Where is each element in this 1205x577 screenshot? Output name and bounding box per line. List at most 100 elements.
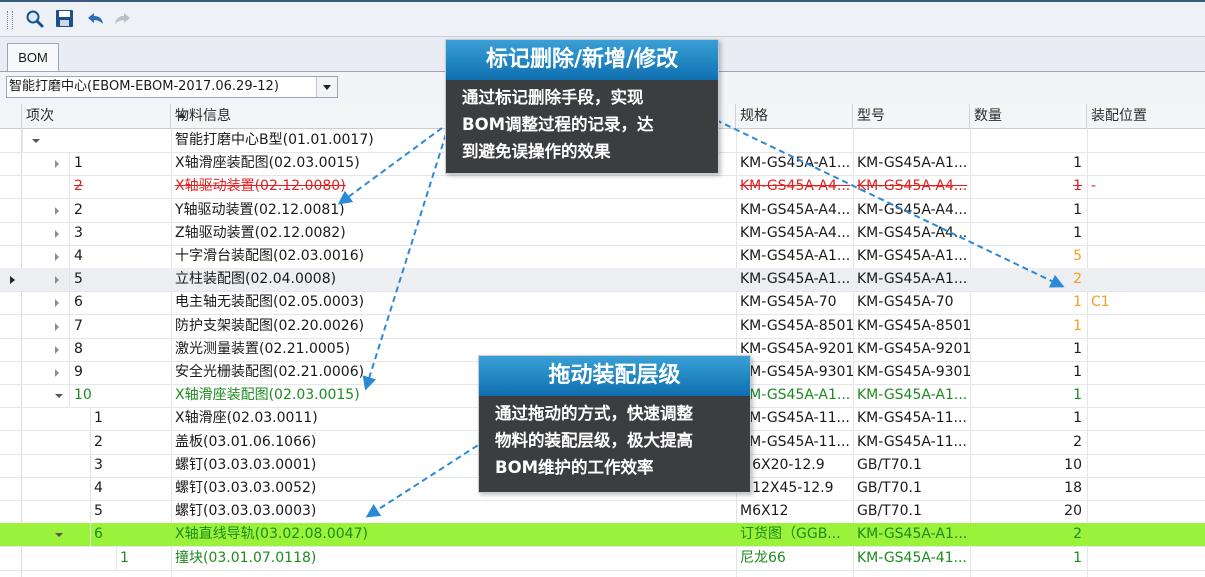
cell-qty: 1 — [1073, 224, 1082, 241]
tree-indent-line — [69, 268, 70, 292]
callout-drag-hierarchy-title: 拖动装配层级 — [479, 356, 750, 396]
cell-spec: KM-GS45A-8501 — [740, 317, 853, 334]
cell-qty: 1 — [1073, 294, 1082, 311]
cell-qty: 1 — [1073, 410, 1082, 427]
callout-line: 到避免误操作的效果 — [462, 142, 611, 161]
cell-item: 8 — [74, 340, 83, 357]
tree-indent-line — [116, 546, 117, 570]
column-header-model[interactable]: 型号 — [853, 104, 970, 128]
cell-qty: 1 — [1073, 155, 1082, 172]
cell-qty: 10 — [1064, 456, 1082, 473]
cell-item: 2 — [94, 433, 103, 450]
expand-collapsed-icon[interactable] — [55, 229, 59, 238]
table-row[interactable]: 2 Y轴驱动装置(02.12.0081) KM-GS45A-A4... KM-GS45… — [0, 198, 1205, 223]
bom-version-dropdown[interactable]: 智能打磨中心(EBOM-EBOM-2017.06.29-12) — [6, 76, 338, 98]
tree-indent-line — [22, 129, 23, 152]
cell-qty: 1 — [1073, 387, 1082, 404]
table-row[interactable]: 2 X轴驱动装置(02.12.0080) KM-GS45A-A4... KM-GS45… — [0, 175, 1205, 200]
cell-position: - — [1091, 178, 1097, 195]
cell-position — [1087, 129, 1205, 152]
expand-open-icon[interactable] — [32, 139, 40, 143]
tab-bom[interactable]: BOM — [7, 43, 59, 71]
column-header-item[interactable]: 项次 — [22, 104, 186, 128]
undo-icon[interactable] — [84, 9, 106, 29]
cell-model: GB/T70.1 — [857, 456, 922, 473]
table-row[interactable]: 1 撞块(03.01.07.0118) 尼龙66 KM-GS45A-41... 1 — [0, 546, 1205, 571]
cell-item: 5 — [74, 271, 83, 288]
cell-qty: 1 — [1073, 364, 1082, 380]
redo-icon[interactable] — [112, 9, 134, 29]
cell-model: KM-GS45A-A4... — [857, 201, 968, 218]
header-indicator — [0, 104, 22, 128]
cell-qty: 20 — [1064, 503, 1082, 520]
cell-spec: KM-GS45A-A4... — [740, 178, 851, 195]
cell-material: X轴直线导轨(03.02.08.0047) — [175, 526, 368, 543]
table-row[interactable]: 5 螺钉(03.03.03.0003) M6X12 GB/T70.1 20 — [0, 500, 1205, 525]
column-header-qty[interactable]: 数量 — [970, 104, 1087, 128]
table-row[interactable]: 6 电主轴无装配图(02.05.0003) KM-GS45A-70 KM-GS45A-… — [0, 291, 1205, 316]
cell-model: KM-GS45A-A1... — [857, 155, 968, 172]
cell-item: 9 — [74, 364, 83, 380]
cell-item: 7 — [74, 317, 83, 334]
cell-model: KM-GS45A-A1... — [857, 526, 968, 543]
expand-collapsed-icon[interactable] — [55, 206, 59, 215]
tree-indent-line — [90, 407, 91, 431]
table-row[interactable]: 4 十字滑台装配图(02.03.0016) KM-GS45A-A1... KM-GS4… — [0, 245, 1205, 269]
cell-material: 十字滑台装配图(02.03.0016) — [175, 248, 365, 264]
tree-indent-line — [69, 314, 70, 338]
toolbar-grip[interactable] — [7, 11, 13, 29]
cell-material: Z轴驱动装置(02.12.0082) — [175, 224, 346, 241]
table-row[interactable]: 6 X轴直线导轨(03.02.08.0047) 订货图（GGB... KM-GS45A… — [0, 523, 1205, 548]
cell-model: KM-GS45A-9201 — [857, 340, 970, 357]
callout-mark-changes: 标记删除/新增/修改 通过标记删除手段，实现 BOM调整过程的记录，达 到避免误… — [445, 39, 719, 174]
tree-indent-line — [69, 245, 70, 268]
expand-open-icon[interactable] — [55, 394, 63, 399]
tree-indent-line — [69, 152, 70, 176]
column-header-position[interactable]: 装配位置 — [1087, 104, 1205, 128]
cell-qty: 1 — [1073, 340, 1082, 357]
tree-indent-line — [69, 337, 70, 361]
column-header-spec[interactable]: 规格 — [736, 104, 853, 128]
chevron-down-icon[interactable] — [316, 77, 337, 97]
save-icon[interactable] — [54, 9, 76, 29]
cell-model: KM-GS45A-A4... — [857, 178, 968, 195]
cell-material: 电主轴无装配图(02.05.0003) — [175, 294, 365, 311]
table-row[interactable]: 7 防护支架装配图(02.20.0026) KM-GS45A-8501 KM-GS45… — [0, 314, 1205, 339]
expand-collapsed-icon[interactable] — [55, 160, 59, 169]
table-row[interactable]: 3 Z轴驱动装置(02.12.0082) KM-GS45A-A4... KM-GS45… — [0, 221, 1205, 246]
tree-indent-line — [90, 430, 91, 454]
cell-spec: KM-GS45A-A4... — [740, 224, 851, 241]
cell-qty: 1 — [1073, 549, 1082, 566]
cell-qty: 18 — [1064, 480, 1082, 496]
expand-collapsed-icon[interactable] — [55, 299, 59, 308]
cell-position — [1087, 523, 1205, 546]
search-icon[interactable] — [24, 9, 46, 29]
cell-spec: KM-GS45A-9201 — [740, 340, 853, 357]
cell-qty: 5 — [1073, 248, 1082, 264]
cell-material: X轴驱动装置(02.12.0080) — [175, 178, 346, 195]
expand-collapsed-icon[interactable] — [55, 322, 59, 331]
cell-position — [1087, 431, 1205, 454]
cell-model: KM-GS45A-A1... — [857, 387, 968, 404]
expand-collapsed-icon[interactable] — [55, 369, 59, 377]
expand-collapsed-icon[interactable] — [55, 253, 59, 261]
cell-position — [1087, 384, 1205, 407]
expand-collapsed-icon[interactable] — [55, 345, 59, 354]
tree-indent-line — [90, 477, 91, 500]
tree-indent-line — [69, 361, 70, 384]
expand-collapsed-icon[interactable] — [55, 276, 59, 285]
callout-line: 物料的装配层级，极大提高 — [495, 431, 693, 450]
cell-item: 6 — [74, 294, 83, 311]
cell-spec: KM-GS45A-A1... — [740, 387, 851, 404]
callout-line: 通过拖动的方式，快速调整 — [495, 404, 693, 423]
callout-line: 通过标记删除手段，实现 — [462, 88, 644, 107]
bom-version-value: 智能打磨中心(EBOM-EBOM-2017.06.29-12) — [9, 79, 279, 94]
cell-qty — [970, 129, 1087, 152]
callout-mark-changes-body: 通过标记删除手段，实现 BOM调整过程的记录，达 到避免误操作的效果 — [446, 80, 718, 173]
cell-spec: KM-GS45A-A1... — [740, 155, 851, 172]
cell-spec: 尼龙66 — [740, 549, 786, 566]
cell-position — [1087, 500, 1205, 523]
tree-indent-line — [69, 198, 70, 222]
expand-open-icon[interactable] — [55, 533, 63, 538]
table-row[interactable]: 5 立柱装配图(02.04.0008) KM-GS45A-A1... KM-GS45A… — [0, 268, 1205, 293]
